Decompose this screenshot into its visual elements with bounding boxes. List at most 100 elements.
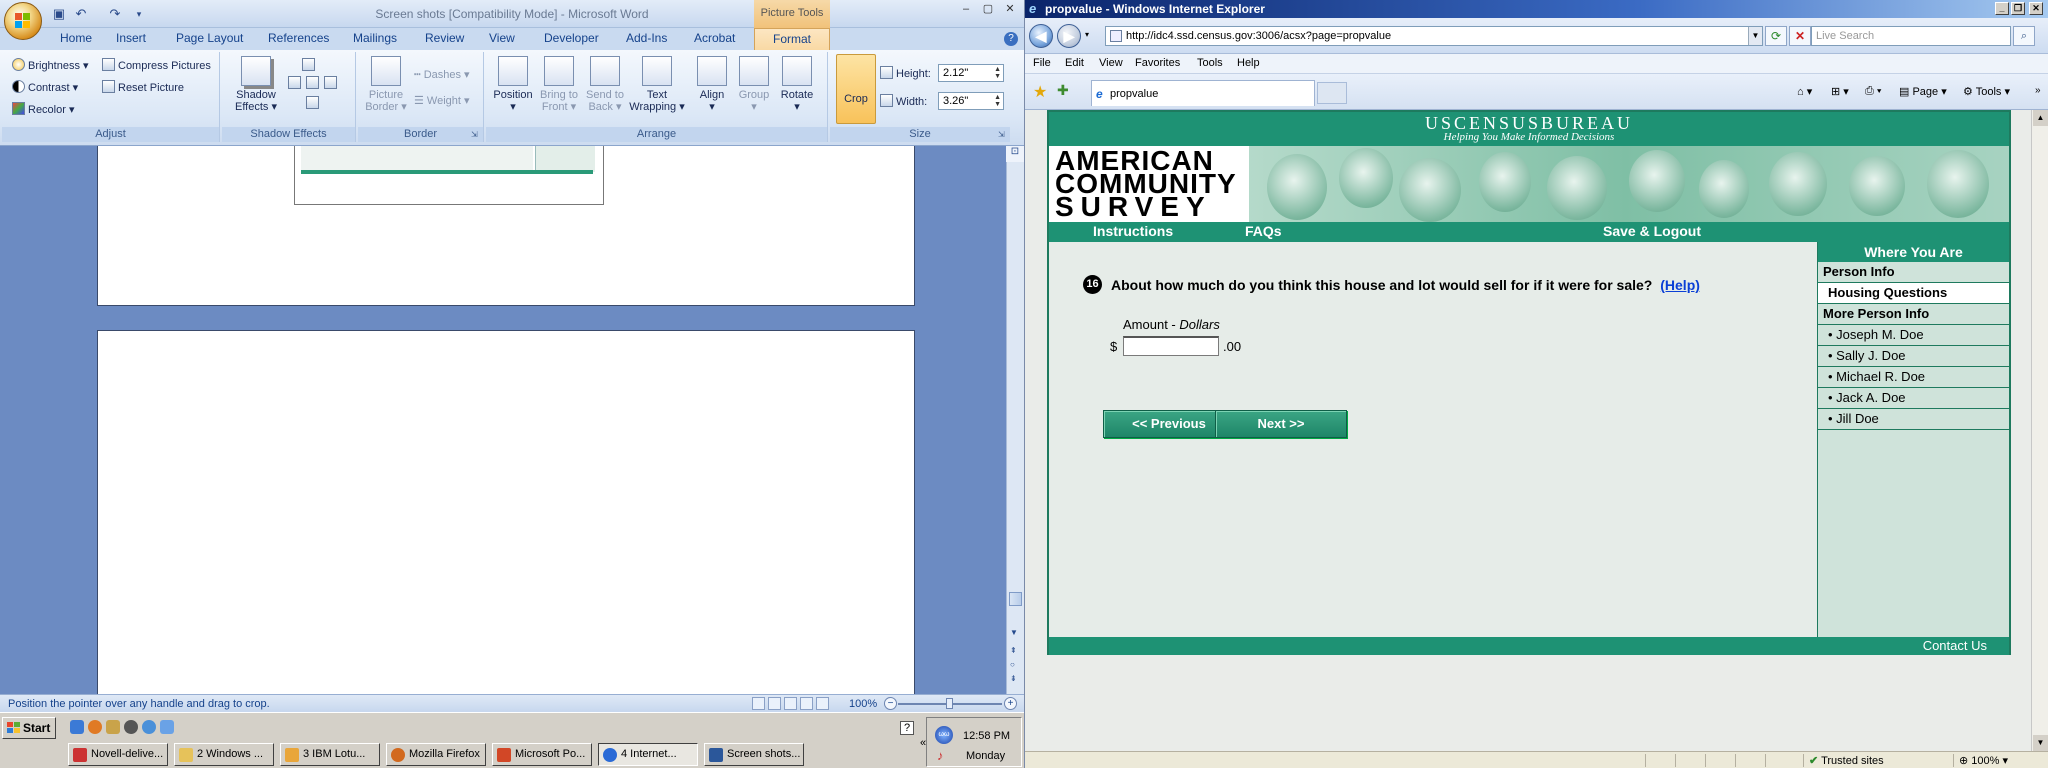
toolbar-overflow-icon[interactable]: » [2035,85,2041,96]
tab-view[interactable]: View [489,31,515,45]
border-dialog-launcher-icon[interactable]: ⇲ [471,130,481,140]
prev-page-icon[interactable]: ⇞ [1010,646,1017,655]
taskbar-item-word[interactable]: Screen shots... [704,743,804,766]
ie-restore-button[interactable]: ❐ [2011,2,2025,15]
folder-quicklaunch-icon[interactable] [106,720,120,734]
height-spinner[interactable]: 2.12" ▲ ▼ [938,64,1004,82]
document-page[interactable] [97,330,915,694]
tab-review[interactable]: Review [425,31,464,45]
clock-time[interactable]: 12:58 PM [963,730,1010,742]
dashes-button[interactable]: ┅ Dashes ▾ [414,68,470,81]
zoom-slider-knob[interactable] [946,698,953,709]
sidebar-item-housing-questions[interactable]: Housing Questions [1818,283,2009,304]
size-dialog-launcher-icon[interactable]: ⇲ [998,130,1008,140]
add-favorites-icon[interactable]: ✚ [1057,82,1069,99]
compress-pictures-button[interactable]: Compress Pictures [102,58,211,72]
print-layout-icon[interactable] [752,697,765,710]
home-icon[interactable]: ⌂ ▾ [1797,85,1812,98]
nudge-left-icon[interactable] [288,76,304,90]
nudge-right-icon[interactable] [324,76,340,90]
firefox-quicklaunch-icon[interactable] [88,720,102,734]
volume-icon[interactable]: ♪ [937,748,951,764]
outline-icon[interactable] [800,697,813,710]
security-zone[interactable]: ✔ Trusted sites [1809,754,1884,767]
help-link[interactable]: (Help) [1660,277,1700,293]
brightness-button[interactable]: Brightness ▾ [12,58,89,72]
instructions-link[interactable]: Instructions [1093,223,1173,239]
new-tab-button[interactable] [1317,82,1347,104]
tools-menu-button[interactable]: ⚙ Tools ▾ [1963,85,2010,98]
tab-page-layout[interactable]: Page Layout [176,31,243,45]
refresh-button[interactable]: ⟳ [1765,26,1787,46]
contact-us-link[interactable]: Contact Us [1923,638,1987,653]
sidebar-item-person[interactable]: • Jack A. Doe [1818,388,2009,409]
zoom-out-icon[interactable]: − [884,697,897,710]
page-menu-button[interactable]: ▤ Page ▾ [1899,85,1947,98]
shadow-effects-button[interactable]: Shadow Effects ▾ [228,56,284,113]
sidebar-item-person[interactable]: • Joseph M. Doe [1818,325,2009,346]
text-wrapping-button[interactable]: Text Wrapping ▾ [628,56,686,113]
tab-acrobat[interactable]: Acrobat [694,31,735,45]
forward-button[interactable]: ▶ [1057,24,1081,48]
next-page-icon[interactable]: ⇟ [1010,674,1017,683]
ie-close-button[interactable]: ✕ [2029,2,2043,15]
draft-icon[interactable] [816,697,829,710]
sidebar-item-person-info[interactable]: Person Info [1818,262,2009,283]
media-quicklaunch-icon[interactable] [124,720,138,734]
weight-button[interactable]: ☰ Weight ▾ [414,94,470,107]
stop-button[interactable]: ✕ [1789,26,1811,46]
send-to-back-button[interactable]: Send to Back ▾ [582,56,628,113]
picture-border-button[interactable]: Picture Border ▾ [362,56,410,113]
search-icon[interactable]: ⌕ [2013,26,2035,46]
width-spinner[interactable]: 3.26" ▲ ▼ [938,92,1004,110]
menu-help[interactable]: Help [1237,57,1260,69]
contrast-button[interactable]: Contrast ▾ [12,80,78,94]
scroll-thumb[interactable] [1009,592,1022,606]
help-icon[interactable]: ? [1004,32,1018,46]
sidebar-item-more-person-info[interactable]: More Person Info [1818,304,2009,325]
ie-vertical-scrollbar[interactable]: ▲ ▼ [2031,110,2048,751]
word-close-button[interactable]: ✕ [1000,2,1020,16]
search-input[interactable]: Live Search [1811,26,2011,46]
align-button[interactable]: Align ▾ [692,56,732,113]
back-button[interactable]: ◀ [1029,24,1053,48]
rotate-button[interactable]: Rotate ▾ [776,56,818,113]
tab-developer[interactable]: Developer [544,31,599,45]
crop-button[interactable]: Crop [836,54,876,124]
save-logout-link[interactable]: Save & Logout [1603,223,1701,239]
tab-propvalue[interactable]: e propvalue [1091,80,1315,106]
scroll-down-icon[interactable]: ▼ [2033,735,2048,751]
tab-mailings[interactable]: Mailings [353,31,397,45]
nudge-down-icon[interactable] [306,96,322,110]
taskbar-item-windows[interactable]: 2 Windows ... [174,743,274,766]
bring-to-front-button[interactable]: Bring to Front ▾ [536,56,582,113]
network-icon[interactable]: ωω [935,726,953,744]
group-button[interactable]: Group ▾ [734,56,774,113]
url-field[interactable]: http://idc4.ssd.census.gov:3006/acsx?pag… [1105,26,1763,46]
zoom-in-icon[interactable]: + [1004,697,1017,710]
sidebar-item-person[interactable]: • Sally J. Doe [1818,346,2009,367]
selected-picture[interactable] [294,146,604,205]
ie-minimize-button[interactable]: _ [1995,2,2009,15]
zoom-level[interactable]: 100% [849,698,877,710]
menu-file[interactable]: File [1033,57,1051,69]
full-screen-reading-icon[interactable] [768,697,781,710]
sidebar-item-person[interactable]: • Jill Doe [1818,409,2009,430]
position-button[interactable]: Position ▾ [490,56,536,113]
taskbar-item-powerpoint[interactable]: Microsoft Po... [492,743,592,766]
menu-view[interactable]: View [1099,57,1123,69]
menu-tools[interactable]: Tools [1197,57,1223,69]
shadow-toggle-icon[interactable] [306,76,322,90]
tab-home[interactable]: Home [60,31,92,45]
tab-add-ins[interactable]: Add-Ins [626,31,667,45]
tab-references[interactable]: References [268,31,329,45]
tab-format[interactable]: Format [754,28,830,50]
taskbar-item-internet-explorer[interactable]: 4 Internet... [598,743,698,766]
document-page[interactable] [97,146,915,306]
ie-quicklaunch-icon[interactable] [70,720,84,734]
web-layout-icon[interactable] [784,697,797,710]
app-quicklaunch-icon[interactable] [160,720,174,734]
browse-object-icon[interactable]: ○ [1010,660,1015,669]
scroll-up-icon[interactable]: ▲ [2033,110,2048,126]
start-button[interactable]: Start [2,717,56,739]
